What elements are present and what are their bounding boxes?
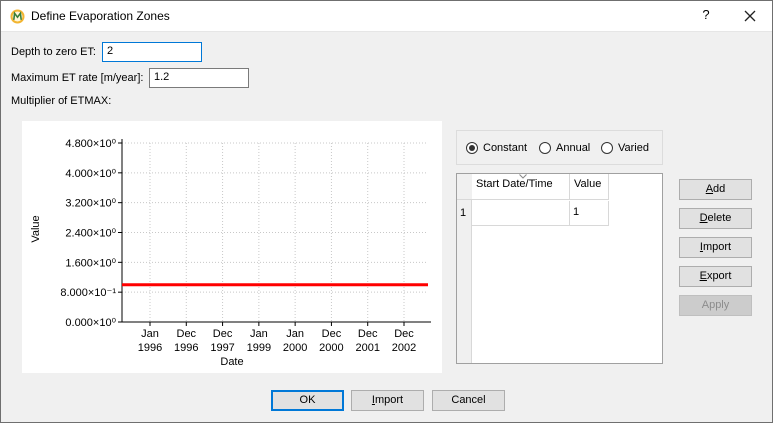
y-tick-label: 3.200×10⁰ [65, 198, 116, 210]
x-tick-label: 1996 [174, 342, 198, 354]
radio-varied-label: Varied [618, 142, 649, 154]
y-tick-label: 1.600×10⁰ [65, 257, 116, 269]
y-tick-label: 4.000×10⁰ [65, 168, 116, 180]
x-tick-label: Jan [250, 328, 268, 340]
x-tick-label: 2001 [355, 342, 379, 354]
max-et-field[interactable]: 1.2 [149, 68, 249, 88]
x-tick-label: Dec [358, 328, 378, 340]
depth-field[interactable]: 2 [102, 42, 202, 62]
column-header-start-date-label: Start Date/Time [476, 178, 553, 190]
x-tick-label: 2000 [283, 342, 307, 354]
x-tick-label: Dec [177, 328, 197, 340]
column-header-value[interactable]: Value [570, 174, 609, 200]
x-tick-label: 1999 [247, 342, 271, 354]
add-button-rest: dd [713, 183, 726, 195]
radio-annual-label: Annual [556, 142, 591, 154]
multiplier-label: Multiplier of ETMAX: [11, 95, 112, 107]
delete-button-accel: D [699, 212, 708, 224]
app-logo-icon [10, 9, 25, 24]
add-button-accel: A [705, 183, 714, 195]
import-side-button-rest: mport [702, 241, 732, 253]
x-tick-label: Dec [322, 328, 342, 340]
cancel-button[interactable]: Cancel [432, 390, 505, 411]
x-tick-label: Jan [286, 328, 304, 340]
delete-button[interactable]: Delete [679, 208, 752, 229]
delete-button-rest: elete [707, 212, 732, 224]
apply-button[interactable]: Apply [679, 295, 752, 316]
x-tick-label: 2000 [319, 342, 343, 354]
ok-button[interactable]: OK [271, 390, 344, 411]
import-button[interactable]: Import [351, 390, 424, 411]
data-table[interactable]: Start Date/Time Value 1 1 [456, 173, 663, 364]
close-icon[interactable] [743, 9, 757, 23]
title-bar: Define Evaporation Zones ? [1, 1, 772, 32]
row-header-column [457, 174, 472, 363]
y-tick-label: 4.800×10⁰ [65, 138, 116, 150]
radio-constant-dot[interactable] [466, 142, 478, 154]
radio-annual[interactable]: Annual [539, 142, 590, 154]
x-axis-title: Date [220, 356, 243, 368]
add-button[interactable]: Add [679, 179, 752, 200]
radio-varied-dot[interactable] [601, 142, 613, 154]
column-header-value-label: Value [574, 178, 602, 190]
y-tick-label: 8.000×10⁻¹ [60, 287, 116, 299]
x-tick-label: 2002 [392, 342, 416, 354]
multiplier-chart: 0.000×10⁰ 8.000×10⁻¹ 1.600×10⁰ 2.400×10⁰ 3.2… [30, 138, 431, 368]
sort-indicator-icon [519, 174, 527, 179]
radio-annual-dot[interactable] [539, 142, 551, 154]
mode-radio-group: Constant Annual Varied [456, 130, 663, 165]
row-number: 1 [460, 207, 467, 219]
y-axis-title: Value [30, 215, 42, 242]
y-tick-label: 2.400×10⁰ [65, 228, 116, 240]
table-cell-value[interactable]: 1 [570, 201, 609, 226]
export-button-rest: xport [706, 270, 732, 282]
import-button-rest: mport [374, 394, 404, 406]
chart-panel: 0.000×10⁰ 8.000×10⁻¹ 1.600×10⁰ 2.400×10⁰ 3.2… [22, 121, 442, 373]
window-title: Define Evaporation Zones [31, 9, 170, 23]
dialog-window: Define Evaporation Zones ? Depth to zero… [0, 0, 773, 423]
depth-label: Depth to zero ET: [11, 46, 96, 58]
y-tick-label: 0.000×10⁰ [65, 317, 116, 329]
x-tick-label: Jan [141, 328, 159, 340]
x-tick-label: Dec [213, 328, 233, 340]
radio-varied[interactable]: Varied [601, 142, 649, 154]
radio-constant-label: Constant [483, 142, 528, 154]
table-corner [457, 174, 472, 200]
help-button[interactable]: ? [699, 7, 713, 22]
x-tick-label: 1997 [210, 342, 234, 354]
x-tick-label: Dec [394, 328, 414, 340]
x-tick-label: 1996 [138, 342, 162, 354]
import-side-button[interactable]: Import [679, 237, 752, 258]
table-cell-start-date[interactable] [472, 201, 570, 226]
max-et-label: Maximum ET rate [m/year]: [11, 72, 144, 84]
export-button-accel: E [699, 270, 707, 282]
export-button[interactable]: Export [679, 266, 752, 287]
radio-constant[interactable]: Constant [466, 142, 527, 154]
